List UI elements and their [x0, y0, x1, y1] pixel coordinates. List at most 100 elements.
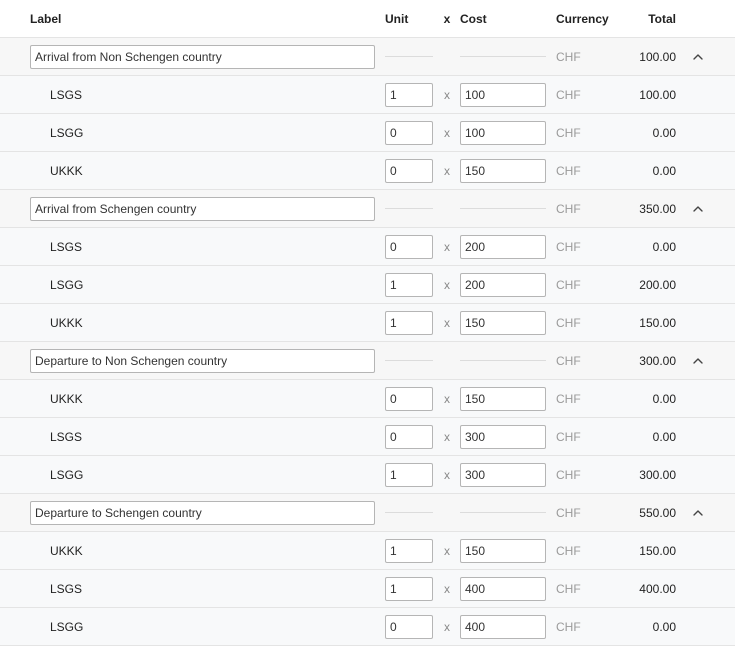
cost-cell: [460, 456, 546, 493]
row-total: 0.00: [652, 125, 676, 140]
group-label-input[interactable]: [30, 196, 375, 221]
group-row: CHF100.00: [0, 38, 735, 76]
cost-input[interactable]: [460, 538, 546, 563]
group-cost-placeholder: [460, 342, 546, 379]
table-row: UKKKxCHF0.00: [0, 380, 735, 418]
cost-input[interactable]: [460, 310, 546, 335]
airport-code: LSGG: [50, 619, 84, 634]
divider: [460, 360, 546, 361]
unit-input[interactable]: [385, 576, 433, 601]
chevron-up-icon: [693, 357, 703, 364]
chevron-up-icon: [693, 205, 703, 212]
table-row: UKKKxCHF150.00: [0, 304, 735, 342]
group-unit-placeholder: [385, 38, 433, 75]
cost-input[interactable]: [460, 614, 546, 639]
unit-cell: [385, 152, 433, 189]
cost-input[interactable]: [460, 462, 546, 487]
unit-input[interactable]: [385, 424, 433, 449]
cost-input[interactable]: [460, 272, 546, 297]
multiply-sign: x: [444, 125, 450, 140]
cost-cell: [460, 114, 546, 151]
group-cost-placeholder: [460, 190, 546, 227]
airport-code: UKKK: [50, 391, 83, 406]
unit-input[interactable]: [385, 272, 433, 297]
group-unit-placeholder: [385, 342, 433, 379]
divider: [460, 56, 546, 57]
group-total: 100.00: [639, 49, 676, 64]
unit-input[interactable]: [385, 462, 433, 487]
group-label-cell: [30, 38, 375, 75]
chevron-up-icon: [693, 53, 703, 60]
cost-input[interactable]: [460, 158, 546, 183]
table-row: LSGSxCHF0.00: [0, 418, 735, 456]
airport-code: LSGS: [50, 581, 83, 596]
multiply-sign: x: [444, 391, 450, 406]
airport-code: LSGS: [50, 429, 83, 444]
fee-table: Label Unit x Cost Currency Total CHF100.…: [0, 0, 735, 646]
cost-cell: [460, 418, 546, 455]
unit-input[interactable]: [385, 82, 433, 107]
cost-input[interactable]: [460, 386, 546, 411]
unit-input[interactable]: [385, 234, 433, 259]
group-total: 300.00: [639, 353, 676, 368]
unit-input[interactable]: [385, 158, 433, 183]
cost-cell: [460, 380, 546, 417]
unit-cell: [385, 418, 433, 455]
cost-cell: [460, 570, 546, 607]
collapse-group-button[interactable]: [690, 38, 706, 75]
cost-input[interactable]: [460, 120, 546, 145]
header-multiply: x: [443, 11, 451, 26]
multiply-sign: x: [444, 87, 450, 102]
multiply-sign: x: [444, 619, 450, 634]
unit-cell: [385, 114, 433, 151]
row-total: 150.00: [639, 543, 676, 558]
group-total: 350.00: [639, 201, 676, 216]
table-header: Label Unit x Cost Currency Total: [0, 0, 735, 38]
unit-cell: [385, 266, 433, 303]
divider: [460, 208, 546, 209]
table-row: LSGSxCHF0.00: [0, 228, 735, 266]
cost-input[interactable]: [460, 576, 546, 601]
table-row: UKKKxCHF150.00: [0, 532, 735, 570]
group-label-cell: [30, 494, 375, 531]
table-row: LSGSxCHF400.00: [0, 570, 735, 608]
group-label-input[interactable]: [30, 500, 375, 525]
cost-input[interactable]: [460, 234, 546, 259]
unit-input[interactable]: [385, 614, 433, 639]
table-row: LSGGxCHF200.00: [0, 266, 735, 304]
group-unit-placeholder: [385, 494, 433, 531]
cost-input[interactable]: [460, 82, 546, 107]
multiply-sign: x: [444, 581, 450, 596]
header-unit: Unit: [385, 11, 409, 26]
collapse-group-button[interactable]: [690, 190, 706, 227]
multiply-sign: x: [444, 543, 450, 558]
airport-code: UKKK: [50, 543, 83, 558]
group-row: CHF300.00: [0, 342, 735, 380]
divider: [385, 512, 433, 513]
airport-code: UKKK: [50, 315, 83, 330]
table-row: LSGSxCHF100.00: [0, 76, 735, 114]
unit-input[interactable]: [385, 310, 433, 335]
row-total: 0.00: [652, 239, 676, 254]
group-label-input[interactable]: [30, 348, 375, 373]
row-total: 200.00: [639, 277, 676, 292]
collapse-group-button[interactable]: [690, 342, 706, 379]
table-row: UKKKxCHF0.00: [0, 152, 735, 190]
multiply-sign: x: [444, 277, 450, 292]
airport-code: LSGS: [50, 87, 83, 102]
cost-cell: [460, 266, 546, 303]
unit-input[interactable]: [385, 120, 433, 145]
unit-input[interactable]: [385, 538, 433, 563]
group-label-input[interactable]: [30, 44, 375, 69]
group-label-cell: [30, 190, 375, 227]
group-unit-placeholder: [385, 190, 433, 227]
unit-cell: [385, 76, 433, 113]
multiply-sign: x: [444, 315, 450, 330]
airport-code: UKKK: [50, 163, 83, 178]
collapse-group-button[interactable]: [690, 494, 706, 531]
unit-input[interactable]: [385, 386, 433, 411]
cost-input[interactable]: [460, 424, 546, 449]
divider: [385, 56, 433, 57]
row-total: 0.00: [652, 429, 676, 444]
group-row: CHF550.00: [0, 494, 735, 532]
